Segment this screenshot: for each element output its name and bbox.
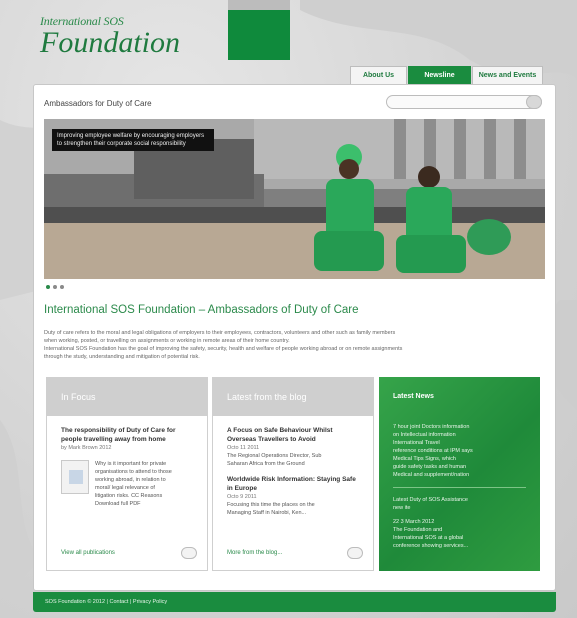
latest-news-line: 22 3 March 2012 (393, 519, 435, 525)
brand-strip (228, 0, 290, 10)
foundation-logo[interactable]: International SOS Foundation (40, 14, 180, 58)
logo-large-text: Foundation (40, 26, 180, 59)
blog-heading: Latest from the blog (213, 378, 373, 416)
latest-news-line[interactable]: The Foundation and (393, 526, 526, 534)
blog-post-date: Octo 9 2011 (227, 494, 257, 500)
latest-news-line: International Travel (393, 440, 440, 446)
tab-about-us[interactable]: About Us (350, 66, 407, 84)
carousel-dot-3[interactable] (60, 285, 64, 289)
search-input[interactable] (386, 95, 542, 109)
hero-caption: Improving employee welfare by encouragin… (52, 129, 214, 151)
publication-text-line: moral/ legal relevance of (95, 485, 155, 491)
blog-post-title[interactable]: Worldwide Risk Information: Staying Safe… (227, 475, 361, 493)
blog-post-text: The Regional Operations Director, Sub (227, 453, 322, 459)
carousel-dot-1[interactable] (46, 285, 50, 289)
publication-title[interactable]: The responsibility of Duty of Care for p… (61, 426, 195, 444)
page-headline: International SOS Foundation – Ambassado… (44, 304, 359, 316)
arrow-right-icon[interactable] (181, 547, 197, 559)
publication-text-line: Why is it important for private (95, 461, 167, 467)
latest-news-line[interactable]: 7 hour joint Doctors information (393, 423, 526, 431)
latest-news-line: International SOS at a global (393, 535, 464, 541)
carousel-dots (46, 285, 64, 289)
search-icon[interactable] (526, 95, 542, 109)
intro-text: Duty of care refers to the moral and leg… (44, 329, 544, 361)
latest-news-heading: Latest News (393, 392, 434, 400)
main-panel: Ambassadors for Duty of Care Improving e… (33, 84, 556, 591)
footer-text[interactable]: SOS Foundation © 2012 | Contact | Privac… (45, 599, 167, 605)
blog-post-text: Focusing this time the places on the (227, 502, 315, 508)
publication-text-line: litigation risks. CC Reasons (95, 493, 163, 499)
more-from-blog-link[interactable]: More from the blog... (227, 550, 282, 556)
tab-news-and-events[interactable]: News and Events (472, 66, 543, 84)
divider (393, 487, 526, 488)
publication-download-link[interactable]: Download full PDF (95, 500, 172, 508)
carousel-dot-2[interactable] (53, 285, 57, 289)
latest-news-line: Medical Tips Signs, which (393, 456, 456, 462)
intro-line: when working, posted, or travelling on a… (44, 338, 290, 344)
blog-post-text: Saharan Africa from the Ground (227, 461, 305, 467)
publications-column: In Focus The responsibility of Duty of C… (46, 377, 208, 571)
site-footer: SOS Foundation © 2012 | Contact | Privac… (33, 592, 556, 612)
blog-post-date: Octo 11 2011 (227, 445, 260, 451)
arrow-right-icon[interactable] (347, 547, 363, 559)
intro-line: through the study, understanding and mit… (44, 354, 200, 360)
intro-line: International SOS Foundation has the goa… (44, 346, 403, 352)
publications-heading: In Focus (47, 378, 207, 416)
publication-meta: by Mark Brown 2012 (61, 445, 112, 451)
latest-news-line[interactable]: Latest Duty of SOS Assistance (393, 496, 526, 504)
latest-news-line: on Intellectual information (393, 432, 456, 438)
latest-news-line: Medical and supplement/nation (393, 472, 470, 478)
intro-line: Duty of care refers to the moral and leg… (44, 330, 396, 336)
latest-news-line: guide safety tasks and human (393, 464, 467, 470)
blog-column: Latest from the blog A Focus on Safe Beh… (212, 377, 374, 571)
publication-text-line: organisations to attend to those (95, 469, 172, 475)
blog-post-text: Managing Staff in Nairobi, Ken... (227, 510, 307, 516)
latest-news-line: reference conditions at IPM says (393, 448, 473, 454)
tab-newsline[interactable]: Newsline (408, 66, 471, 84)
latest-news-line: conference showing services... (393, 543, 469, 549)
main-nav-tabs: About Us Newsline News and Events (350, 66, 544, 84)
hero-image: Improving employee welfare by encouragin… (44, 119, 545, 279)
page-title: Ambassadors for Duty of Care (44, 99, 152, 108)
latest-news-line: new ite (393, 505, 411, 511)
blog-post-title[interactable]: A Focus on Safe Behaviour Whilst Oversea… (227, 426, 361, 444)
latest-news-column: Latest News 7 hour joint Doctors informa… (379, 377, 540, 571)
view-all-publications-link[interactable]: View all publications (61, 550, 115, 556)
publication-thumbnail[interactable] (61, 460, 89, 494)
brand-square (228, 10, 290, 60)
publication-text-line: working abroad, in relation to (95, 477, 166, 483)
